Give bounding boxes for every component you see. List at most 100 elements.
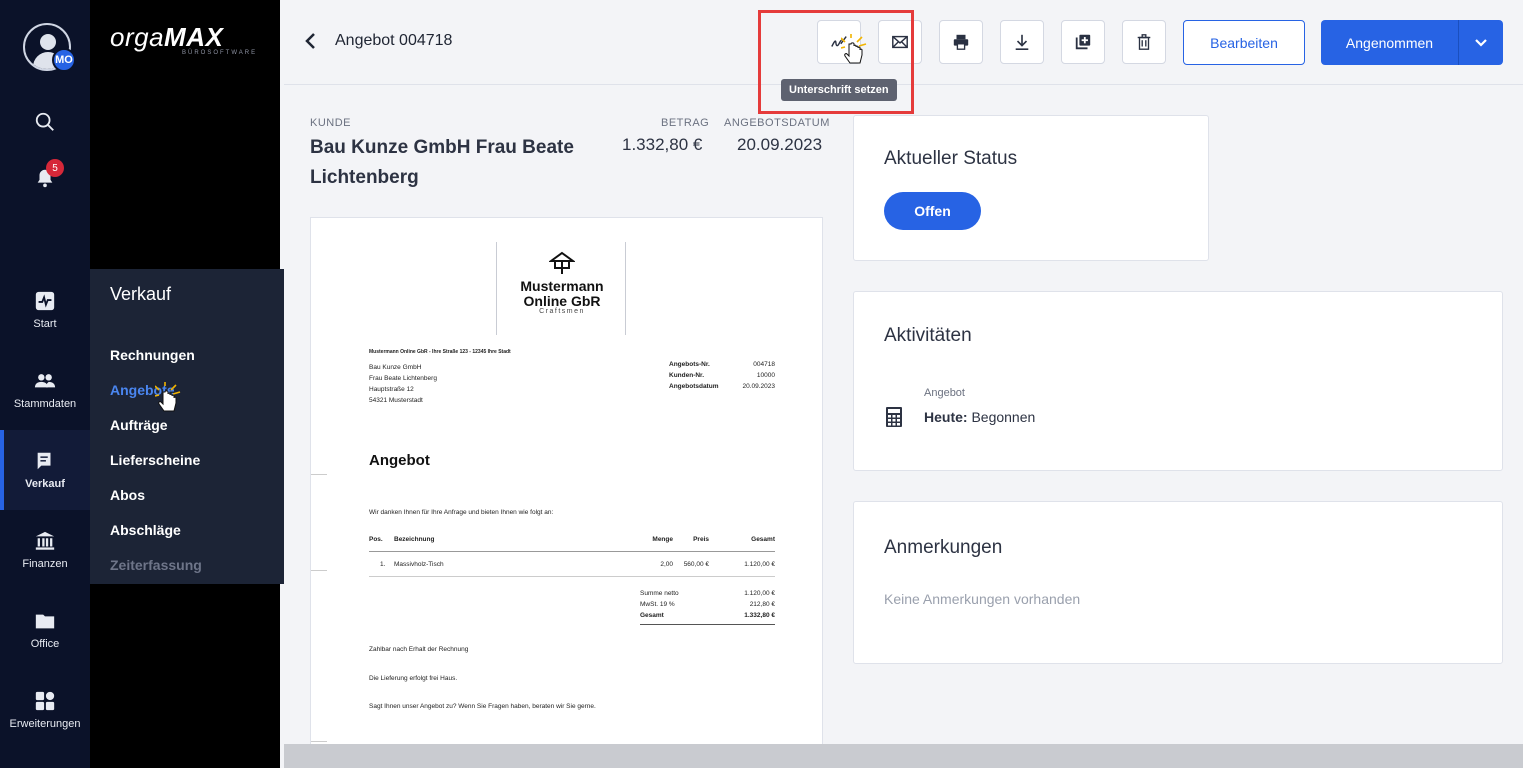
- signature-tooltip: Unterschrift setzen: [781, 79, 897, 101]
- sales-icon: [37, 452, 51, 470]
- meta-value: 10000: [756, 372, 775, 379]
- rail-label-stammdaten: Stammdaten: [13, 398, 77, 410]
- status-card: Aktueller Status Offen: [853, 115, 1209, 261]
- rail-item-stammdaten[interactable]: Stammdaten: [0, 370, 90, 410]
- nav-rail: MO 5 Start Stammdaten Verkauf Finanzen O…: [0, 0, 90, 768]
- table-divider: [369, 551, 775, 552]
- row-pos: 1.: [380, 561, 386, 568]
- rail-label-finanzen: Finanzen: [22, 558, 68, 570]
- footer-line: Zahlbar nach Erhalt der Rechnung: [369, 646, 469, 653]
- rail-item-erweiterungen[interactable]: Erweiterungen: [0, 690, 90, 730]
- extensions-icon: [35, 691, 55, 711]
- document-intro: Wir danken Ihnen für Ihre Anfrage und bi…: [369, 509, 554, 516]
- chevron-down-icon: [1475, 38, 1487, 47]
- activities-card-title: Aktivitäten: [884, 325, 972, 346]
- total-value: 1.120,00 €: [744, 590, 775, 597]
- meta-keys: Angebots-Nr. Kunden-Nr. Angebotsdatum: [669, 359, 718, 392]
- th-price: Preis: [693, 536, 709, 543]
- customer-label: KUNDE: [310, 117, 352, 129]
- bank-icon: [35, 531, 55, 550]
- status-badge[interactable]: Offen: [884, 192, 981, 230]
- horizontal-scrollbar[interactable]: [284, 744, 1523, 768]
- notes-card-title: Anmerkungen: [884, 537, 1003, 558]
- logo-text-light: orga: [110, 22, 165, 52]
- printer-icon: [953, 34, 969, 50]
- meta-key: Angebotsdatum: [669, 383, 719, 390]
- th-qty: Menge: [652, 536, 673, 543]
- submenu-item-lieferscheine[interactable]: Lieferscheine: [110, 452, 200, 468]
- click-cursor-icon: [155, 382, 181, 412]
- date-value: 20.09.2023: [737, 135, 823, 154]
- row-price: 560,00 €: [683, 561, 709, 568]
- submenu-item-abos[interactable]: Abos: [110, 487, 145, 503]
- document-heading: Angebot: [369, 452, 430, 469]
- logo-tagline: BÜROSOFTWARE: [182, 50, 258, 56]
- company-name-line1: Mustermann: [520, 278, 604, 294]
- submenu-verkauf: Verkauf Rechnungen Angebote Aufträge Lie…: [90, 269, 284, 584]
- rail-item-start[interactable]: Start: [0, 290, 90, 330]
- rail-label-office: Office: [30, 638, 60, 650]
- fold-mark: [311, 570, 327, 571]
- activity-entry: Heute: Begonnen: [924, 409, 1035, 425]
- total-key: Summe netto: [640, 590, 679, 597]
- sender-line: Mustermann Online GbR - Ihre Straße 123 …: [369, 349, 511, 355]
- company-name-line2: Online GbR: [523, 293, 601, 309]
- accepted-button[interactable]: Angenommen: [1321, 20, 1458, 65]
- totals-values: 1.120,00 € 212,80 € 1.332,80 €: [715, 588, 775, 621]
- edit-button[interactable]: Bearbeiten: [1183, 20, 1305, 65]
- calculator-icon: [886, 407, 902, 427]
- company-logo: Mustermann Online GbR Craftsmen: [496, 242, 626, 335]
- recipient-address: Bau Kunze GmbH Frau Beate Lichtenberg Ha…: [369, 362, 437, 406]
- search-icon[interactable]: [0, 111, 90, 133]
- main-content: Angebot 004718 Bearbeiten Angenommen Unt…: [284, 0, 1523, 768]
- activity-type: Angebot: [924, 387, 965, 399]
- notes-empty-text: Keine Anmerkungen vorhanden: [884, 591, 1081, 607]
- orgamax-logo[interactable]: orgaMAX: [110, 22, 223, 53]
- footer-line: Sagt Ihnen unser Angebot zu? Wenn Sie Fr…: [369, 703, 596, 710]
- meta-values: 004718 10000 20.09.2023: [735, 359, 775, 392]
- meta-key: Kunden-Nr.: [669, 372, 705, 379]
- row-qty: 2,00: [660, 561, 673, 568]
- totals-underline: [640, 624, 775, 625]
- download-button[interactable]: [1000, 20, 1044, 64]
- rail-item-office[interactable]: Office: [0, 610, 90, 650]
- print-button[interactable]: [939, 20, 983, 64]
- document-preview[interactable]: Mustermann Online GbR Craftsmen Musterman…: [310, 217, 823, 768]
- total-key: MwSt. 19 %: [640, 601, 675, 608]
- submenu-item-abschlaege[interactable]: Abschläge: [110, 522, 181, 538]
- meta-key: Angebots-Nr.: [669, 361, 710, 368]
- logo-text-bold: MAX: [164, 22, 224, 52]
- total-key: Gesamt: [640, 612, 664, 619]
- notifications-badge: 5: [46, 159, 64, 177]
- bell-icon[interactable]: [0, 167, 90, 189]
- notes-card: Anmerkungen Keine Anmerkungen vorhanden: [853, 501, 1503, 664]
- submenu-item-zeiterfassung[interactable]: Zeiterfassung: [110, 557, 202, 573]
- rail-item-verkauf[interactable]: Verkauf: [0, 450, 90, 490]
- footer-line: Die Lieferung erfolgt frei Haus.: [369, 675, 458, 682]
- fold-mark: [311, 741, 327, 742]
- back-chevron-icon[interactable]: [302, 30, 318, 52]
- activity-when: Heute:: [924, 409, 968, 425]
- row-total: 1.120,00 €: [744, 561, 775, 568]
- activities-card: Aktivitäten Angebot Heute: Begonnen: [853, 291, 1503, 471]
- amount-value: 1.332,80 €: [622, 135, 703, 154]
- total-value: 212,80 €: [749, 601, 775, 608]
- accepted-dropdown-toggle[interactable]: [1458, 20, 1503, 65]
- download-icon: [1015, 34, 1029, 51]
- row-desc: Massivholz-Tisch: [394, 561, 444, 568]
- delete-button[interactable]: [1122, 20, 1166, 64]
- people-icon: [34, 374, 56, 388]
- duplicate-button[interactable]: [1061, 20, 1105, 64]
- amount-label: BETRAG: [661, 117, 710, 129]
- status-card-title: Aktueller Status: [884, 148, 1018, 169]
- fold-mark: [311, 474, 327, 475]
- submenu-item-auftraege[interactable]: Aufträge: [110, 417, 168, 433]
- recipient-line: Hauptstraße 12: [369, 386, 414, 393]
- house-logo-icon: [549, 251, 575, 274]
- rail-item-finanzen[interactable]: Finanzen: [0, 530, 90, 570]
- th-desc: Bezeichnung: [394, 536, 435, 543]
- recipient-line: Frau Beate Lichtenberg: [369, 375, 437, 382]
- submenu-item-rechnungen[interactable]: Rechnungen: [110, 347, 195, 363]
- meta-value: 20.09.2023: [742, 383, 775, 390]
- activity-what: Begonnen: [971, 409, 1036, 425]
